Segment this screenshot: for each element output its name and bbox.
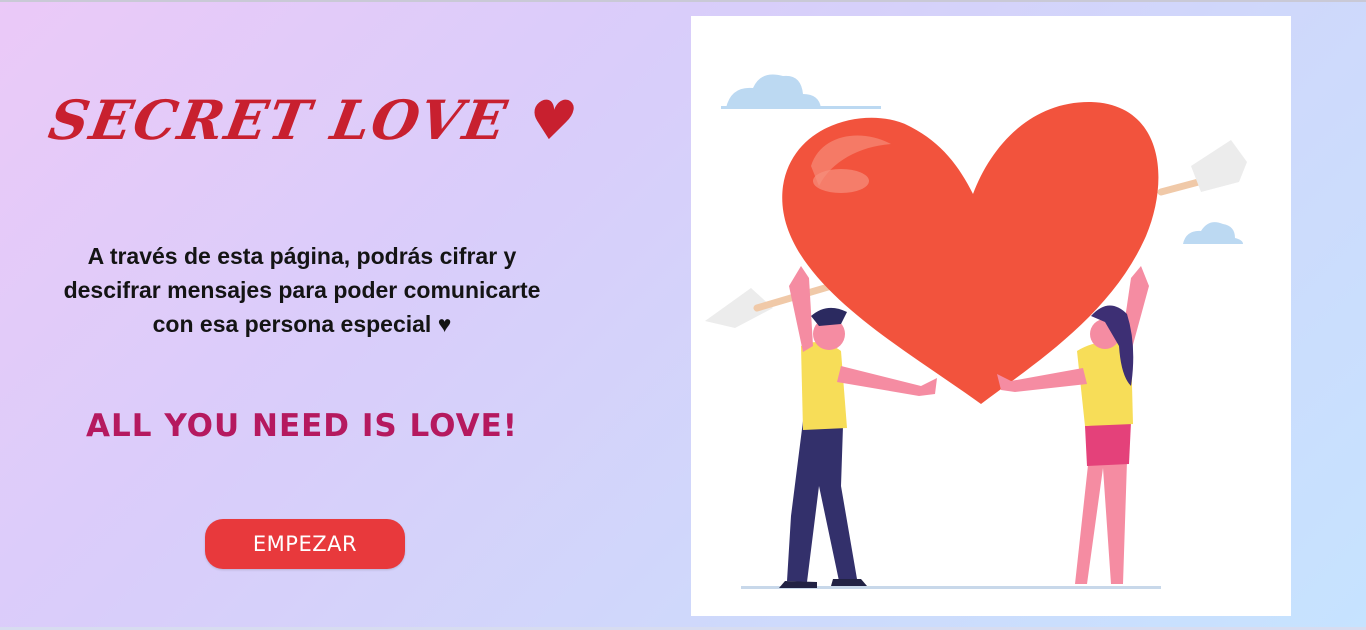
intro-panel: SECRET LOVE ♥ A través de esta página, p… bbox=[0, 0, 620, 630]
arrow-icon bbox=[1157, 140, 1247, 196]
start-button[interactable]: EMPEZAR bbox=[205, 519, 405, 569]
page-title: SECRET LOVE ♥ bbox=[44, 88, 585, 153]
cloud-icon bbox=[721, 74, 881, 109]
description-text: A través de esta página, podrás cifrar y… bbox=[63, 243, 541, 337]
motto-text: ALL YOU NEED IS LOVE! bbox=[86, 408, 518, 444]
couple-heart-illustration bbox=[691, 16, 1291, 616]
cloud-icon bbox=[1183, 222, 1243, 244]
illustration-graphic bbox=[705, 74, 1247, 589]
